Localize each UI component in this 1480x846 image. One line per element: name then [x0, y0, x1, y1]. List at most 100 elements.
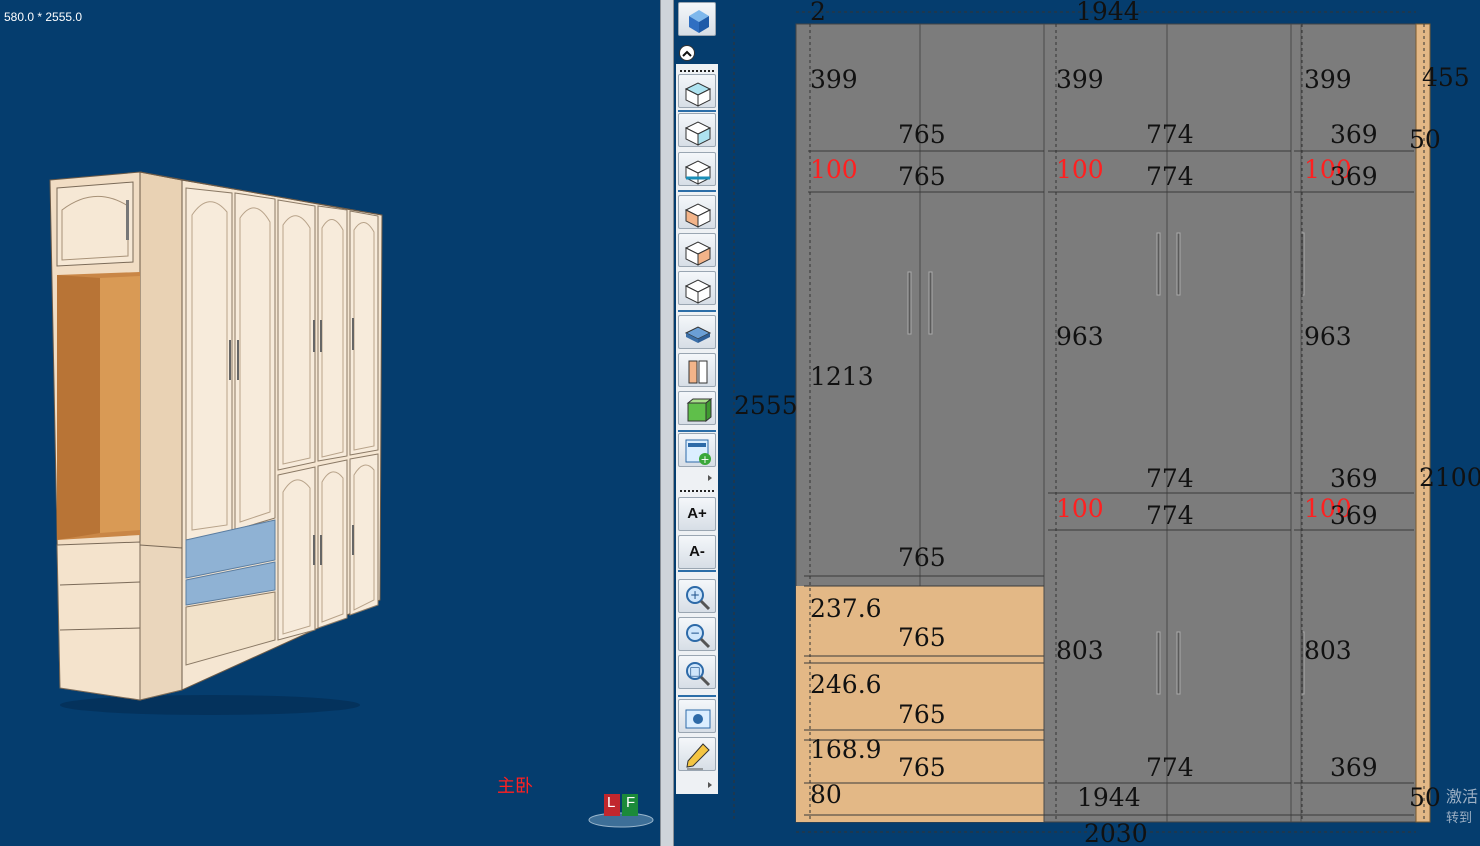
- door-handle-5: [1156, 631, 1161, 695]
- elevation-drawing: 2 1944 2555 2030 1944 50 455 50 2100 399 399 399 765…: [733, 0, 1480, 846]
- font-larger-button[interactable]: A+: [678, 497, 716, 531]
- dim-label-col3-w-b: 369: [1330, 162, 1378, 191]
- show-left-side-button[interactable]: [678, 195, 716, 229]
- dim-label-bottom-1944: 1944: [1077, 783, 1141, 812]
- shelf-view-button[interactable]: [678, 315, 716, 349]
- door-handle-1: [928, 271, 933, 335]
- svg-text:+: +: [700, 453, 709, 466]
- screenshot-button[interactable]: [678, 699, 716, 733]
- dim-label-col1-top-h: 399: [810, 65, 858, 94]
- dim-label-col1-w-c: 765: [898, 543, 946, 572]
- door-view-button[interactable]: [678, 353, 716, 387]
- room-name-label: 主卧: [497, 776, 533, 797]
- dim-label-col2-main-h: 963: [1056, 322, 1104, 351]
- show-top-panels-icon: [684, 82, 712, 107]
- dim-label-col3-low-h: 803: [1304, 636, 1352, 665]
- dim-label-col1-w-b: 765: [898, 162, 946, 191]
- activation-watermark: 激活 转到: [1446, 786, 1478, 830]
- dim-label-col2-w-b: 774: [1146, 162, 1194, 191]
- door-handle-0: [907, 271, 912, 335]
- elevation-view-viewport[interactable]: 2 1944 2555 2030 1944 50 455 50 2100 399 399 399 765…: [674, 0, 1480, 846]
- dim-label-col2-top-h: 399: [1056, 65, 1104, 94]
- show-right-side-icon: [684, 241, 712, 266]
- view-toolbar: + A+ A- + − □: [674, 0, 720, 800]
- dim-label-top-2: 2: [810, 0, 826, 26]
- show-middle-panels-button[interactable]: [678, 113, 716, 147]
- show-back-panel-button[interactable]: [678, 271, 716, 305]
- dim-label-col3-top-h: 399: [1304, 65, 1352, 94]
- zoom-in-button[interactable]: +: [678, 579, 716, 613]
- dim-label-col3-w-a: 369: [1330, 120, 1378, 149]
- svg-text:−: −: [690, 626, 700, 640]
- view-cube-button[interactable]: [678, 2, 716, 36]
- dim-label-bottom-50: 50: [1409, 783, 1441, 812]
- dim-label-plinth-h: 80: [810, 780, 842, 809]
- door-view-icon: [688, 360, 708, 384]
- zoom-out-button[interactable]: −: [678, 617, 716, 651]
- dim-label-col2-w-e: 774: [1146, 753, 1194, 782]
- font-smaller-button[interactable]: A-: [678, 535, 716, 569]
- collapse-up-button[interactable]: [679, 45, 695, 61]
- collapse-up-icon: [682, 50, 692, 57]
- dim-label-col2-w-d: 774: [1146, 501, 1194, 530]
- zoom-in-icon: +: [686, 586, 711, 611]
- zoom-fit-icon: □: [686, 662, 711, 687]
- door-handle-2: [1156, 232, 1161, 296]
- show-back-panel-icon: [684, 279, 712, 304]
- dim-label-right-2100: 2100: [1419, 463, 1480, 492]
- watermark-line-2: 转到: [1446, 811, 1473, 826]
- app-logo: L F: [588, 790, 654, 830]
- dim-label-drawer3-w: 765: [898, 753, 946, 782]
- dim-label-col2-low-h: 803: [1056, 636, 1104, 665]
- logo-letter-f: F: [626, 794, 636, 811]
- dim-label-col3-w-d: 369: [1330, 501, 1378, 530]
- add-layout-button[interactable]: +: [678, 433, 716, 467]
- dim-label-col3-w-c: 369: [1330, 464, 1378, 493]
- zoom-out-icon: −: [686, 624, 711, 649]
- dim-label-col1-main-h: 1213: [810, 362, 874, 391]
- edit-pencil-icon: [686, 743, 710, 770]
- dim-label-col2-gap2: 100: [1056, 494, 1104, 523]
- dim-label-top-1944: 1944: [1076, 0, 1140, 26]
- solid-view-button[interactable]: [678, 391, 716, 425]
- watermark-line-1: 激活: [1446, 787, 1479, 806]
- view-cube-icon: [689, 10, 709, 33]
- dim-label-drawer3-h: 168.9: [810, 735, 882, 764]
- toolbar-overflow-marker[interactable]: [708, 782, 712, 788]
- solid-view-icon: [686, 397, 713, 423]
- show-middle-panels-icon: [684, 121, 712, 146]
- show-bottom-panels-button[interactable]: [678, 152, 716, 186]
- edit-pencil-button[interactable]: [678, 737, 716, 771]
- splitter-handle[interactable]: [660, 0, 674, 846]
- dim-label-drawer1-h: 237.6: [810, 594, 882, 623]
- door-handle-6: [1176, 631, 1181, 695]
- show-right-side-button[interactable]: [678, 233, 716, 267]
- logo-letter-l: L: [607, 794, 616, 811]
- svg-text:+: +: [690, 588, 700, 602]
- add-layout-icon: +: [685, 439, 711, 466]
- shelf-view-icon: [684, 326, 712, 343]
- door-handle-3: [1176, 232, 1181, 296]
- dim-label-col3-w-e: 369: [1330, 753, 1378, 782]
- show-bottom-panels-icon: [684, 160, 712, 185]
- dim-label-drawer2-w: 765: [898, 700, 946, 729]
- dim-label-total-height: 2555: [734, 391, 798, 420]
- wardrobe-3d-model: [49, 171, 383, 715]
- zoom-fit-button[interactable]: □: [678, 655, 716, 689]
- dim-label-col2-gap: 100: [1056, 155, 1104, 184]
- toolbar-overflow-marker[interactable]: [708, 475, 712, 481]
- dim-label-col3-main-h: 963: [1304, 322, 1352, 351]
- dim-label-drawer2-h: 246.6: [810, 670, 882, 699]
- dim-label-col1-w-a: 765: [898, 120, 946, 149]
- dim-label-bottom-2030: 2030: [1084, 819, 1148, 846]
- 3d-view-viewport[interactable]: 580.0 * 2555.0 主卧 L F: [0, 0, 660, 846]
- dim-label-col1-gap: 100: [810, 155, 858, 184]
- dim-label-col2-w-c: 774: [1146, 464, 1194, 493]
- show-left-side-icon: [684, 203, 712, 228]
- screenshot-icon: [685, 709, 711, 729]
- dim-label-right-50: 50: [1409, 125, 1441, 154]
- dim-label-right-455: 455: [1422, 63, 1470, 92]
- dim-label-col2-w-a: 774: [1146, 120, 1194, 149]
- show-top-panels-button[interactable]: [678, 74, 716, 108]
- svg-text:□: □: [689, 664, 700, 678]
